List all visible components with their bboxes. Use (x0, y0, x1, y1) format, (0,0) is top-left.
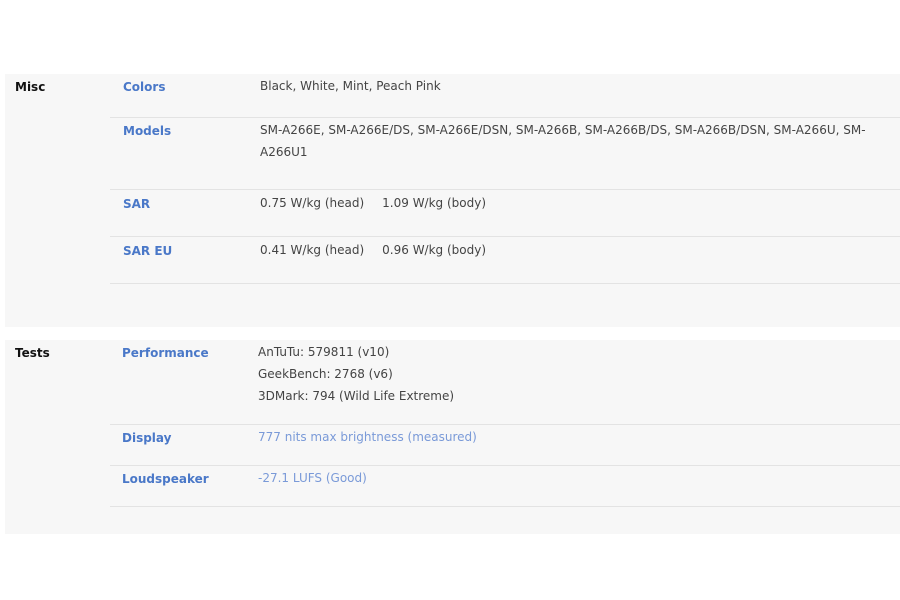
spec-value-performance: AnTuTu: 579811 (v10) GeekBench: 2768 (v6… (258, 341, 888, 407)
sar-eu-head-value: 0.41 W/kg (head) (260, 243, 365, 257)
sar-body-value: 1.09 W/kg (body) (382, 196, 487, 210)
spec-value-models: SM-A266E, SM-A266E/DS, SM-A266E/DSN, SM-… (260, 123, 866, 159)
misc-section: Misc Colors Black, White, Mint, Peach Pi… (5, 74, 900, 327)
spec-value-loudspeaker-link[interactable]: -27.1 LUFS (Good) (258, 467, 888, 489)
spec-row-performance: Performance AnTuTu: 579811 (v10) GeekBen… (110, 340, 900, 425)
spec-row-sar: SAR 0.75 W/kg (head) 1.09 W/kg (body) (110, 190, 900, 237)
section-title-misc: Misc (15, 80, 46, 94)
spec-row-loudspeaker: Loudspeaker -27.1 LUFS (Good) (110, 466, 900, 507)
spec-value-sar: 0.75 W/kg (head) 1.09 W/kg (body) (260, 192, 890, 214)
sar-head-value: 0.75 W/kg (head) (260, 196, 365, 210)
spec-value-colors: Black, White, Mint, Peach Pink (260, 79, 441, 93)
spec-value-display-link[interactable]: 777 nits max brightness (measured) (258, 426, 888, 448)
sar-eu-body-value: 0.96 W/kg (body) (382, 243, 487, 257)
spec-row-models: Models SM-A266E, SM-A266E/DS, SM-A266E/D… (110, 118, 900, 190)
spec-row-display: Display 777 nits max brightness (measure… (110, 425, 900, 466)
spec-label-sar-eu[interactable]: SAR EU (123, 244, 172, 258)
spec-label-models[interactable]: Models (123, 124, 171, 138)
spec-value-sar-eu: 0.41 W/kg (head) 0.96 W/kg (body) (260, 239, 890, 261)
spec-row-colors: Colors Black, White, Mint, Peach Pink (110, 74, 900, 118)
antutu-score: AnTuTu: 579811 (v10) (258, 345, 390, 359)
section-title-tests: Tests (15, 346, 50, 360)
spec-row-sar-eu: SAR EU 0.41 W/kg (head) 0.96 W/kg (body) (110, 237, 900, 284)
spec-label-loudspeaker[interactable]: Loudspeaker (122, 472, 209, 486)
spec-label-display[interactable]: Display (122, 431, 171, 445)
tests-section: Tests Performance AnTuTu: 579811 (v10) G… (5, 340, 900, 534)
spec-label-colors[interactable]: Colors (123, 80, 165, 94)
3dmark-score: 3DMark: 794 (Wild Life Extreme) (258, 389, 455, 403)
spec-label-performance[interactable]: Performance (122, 346, 209, 360)
geekbench-score: GeekBench: 2768 (v6) (258, 367, 393, 381)
spec-label-sar[interactable]: SAR (123, 197, 150, 211)
